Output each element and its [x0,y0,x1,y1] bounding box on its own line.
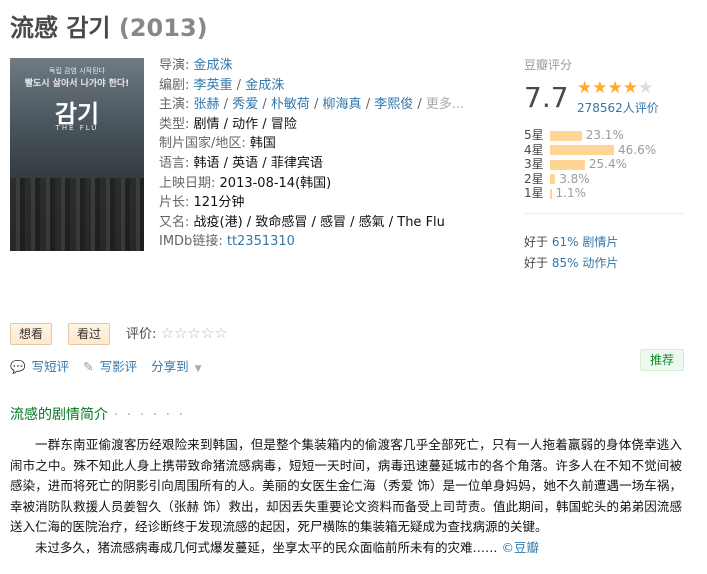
info-country: 制片国家/地区: 韩国 [159,136,276,152]
movie-info: 导演: 金成洙 编剧: 李英重 / 金成洙 主演: 张赫 / 秀爱 / 朴敏荷 … [159,56,464,252]
poster-tagline-small: 독립 감염 시작된다 [49,67,105,75]
rating-bar-label: 4星 [524,142,544,157]
summary-heading: 流感的剧情简介 · · · · · · [10,407,185,423]
info-release: 上映日期: 2013-08-14(韩国) [159,175,332,191]
info-language: 语言: 韩语 / 英语 / 菲律宾语 [159,155,323,171]
divider [524,213,684,214]
recommend-button[interactable]: 推荐 [640,349,684,371]
rating-bar-row-1: 1星 1.1% [524,186,586,200]
rate-stars-icon[interactable]: ☆☆☆☆☆ [161,324,228,342]
rating-bar-label: 5星 [524,128,544,142]
better-than-action: 好于 85% 动作片 [524,256,619,270]
rating-bar-row-3: 3星 25.4% [524,157,627,171]
writer-link-2[interactable]: 金成洙 [245,78,284,93]
poster-tagline: 빨도시 살아서 나가야 한다! [24,79,130,89]
watched-button[interactable]: 看过 [68,323,111,345]
imdb-link[interactable]: tt2351310 [227,234,295,249]
info-genre: 类型: 剧情 / 动作 / 冒险 [159,116,297,132]
info-director: 导演: 金成洙 [159,58,233,73]
summary-paragraph-1: 一群东南亚偷渡客历经艰险来到韩国，但是整个集装箱内的偷渡客几乎全部死亡，只有一人… [10,437,682,534]
rating-title: 豆瓣评分 [524,58,573,72]
rating-bar-row-4: 4星 46.6% [524,143,656,157]
votes-link[interactable]: 278562人评价 [577,99,659,116]
info-aka: 又名: 战疫(港) / 致命感冒 / 感冒 / 感氣 / The Flu [159,214,445,230]
rating-bar [550,174,556,184]
rating-bar [550,188,552,199]
movie-poster[interactable]: 독립 감염 시작된다 빨도시 살아서 나가야 한다! 감기 THE FLU [10,58,144,251]
rating-bar-label: 2星 [524,171,544,186]
rating-bar-label: 3星 [524,157,544,171]
cast-link-1[interactable]: 张赫 [194,97,220,112]
info-writers: 编剧: 李英重 / 金成洙 [159,77,285,93]
share-button[interactable]: 分享到 [151,359,189,374]
rating-bar-label: 1星 [524,186,544,200]
summary-paragraph-2: 未过多久，猪流感病毒成几何式爆发蔓延，坐享太平的民众面临前所未有的灾难…… ©豆… [35,539,540,555]
rating-stars-icon: ★★★★★ [577,78,654,98]
write-review-link[interactable]: 写影评 [100,359,138,374]
pen-icon: ✎ [83,359,94,374]
cast-link-5[interactable]: 李熙俊 [374,97,413,112]
better-than-action-link[interactable]: 85% 动作片 [552,256,619,270]
page-title: 流感 감기 (2013) [10,8,208,43]
rating-bar-percent: 46.6% [618,142,657,157]
rating-score: 7.7 [524,81,569,114]
cast-link-3[interactable]: 朴敏荷 [271,97,310,112]
douban-source-link[interactable]: ©豆瓣 [502,540,540,555]
poster-image-crowd [10,178,144,251]
comment-icon: 💬 [10,359,26,374]
write-short-comment-link[interactable]: 写短评 [32,359,70,374]
share-row: 💬 写短评 ✎ 写影评 分享到 ▼ [10,356,208,375]
rating-bar-percent: 25.4% [588,157,627,171]
director-link[interactable]: 金成洙 [194,58,233,73]
info-runtime: 片长: 121分钟 [159,195,245,211]
info-imdb: IMDb链接: tt2351310 [159,234,295,250]
rating-bar-percent: 3.8% [559,171,590,186]
rating-bar [550,130,582,141]
movie-name: 流感 감기 [10,14,111,42]
rating-bar-percent: 23.1% [585,128,624,142]
cast-link-2[interactable]: 秀爱 [232,97,258,112]
my-rating: 评价: ☆☆☆☆☆ [126,324,228,342]
rating-panel: 豆瓣评分 7.7 ★★★★★ 278562人评价 5星 23.1% 4星 46.6% 3… [524,56,684,216]
rating-bar [550,145,614,155]
rating-bar [550,159,585,170]
info-cast: 主演: 张赫 / 秀爱 / 朴敏荷 / 柳海真 / 李熙俊 / 更多... [159,97,465,113]
rating-bar-row-5: 5星 23.1% [524,128,624,142]
movie-year: (2013) [118,14,208,42]
summary-text: 一群东南亚偷渡客历经艰险来到韩国，但是整个集装箱内的偷渡客几乎全部死亡，只有一人… [10,435,682,558]
rating-bar-row-2: 2星 3.8% [524,172,590,186]
rating-bar-percent: 1.1% [555,186,587,200]
better-than-drama: 好于 61% 剧情片 [524,235,619,249]
poster-logo-en: THE FLU [55,124,99,132]
better-than: 好于 61% 剧情片 好于 85% 动作片 [524,232,618,274]
cast-link-4[interactable]: 柳海真 [323,97,362,112]
better-than-drama-link[interactable]: 61% 剧情片 [552,235,619,249]
cast-more-link[interactable]: 更多... [426,97,464,112]
chevron-down-icon: ▼ [194,364,202,374]
want-to-watch-button[interactable]: 想看 [10,323,53,345]
writer-link-1[interactable]: 李英重 [194,78,233,93]
